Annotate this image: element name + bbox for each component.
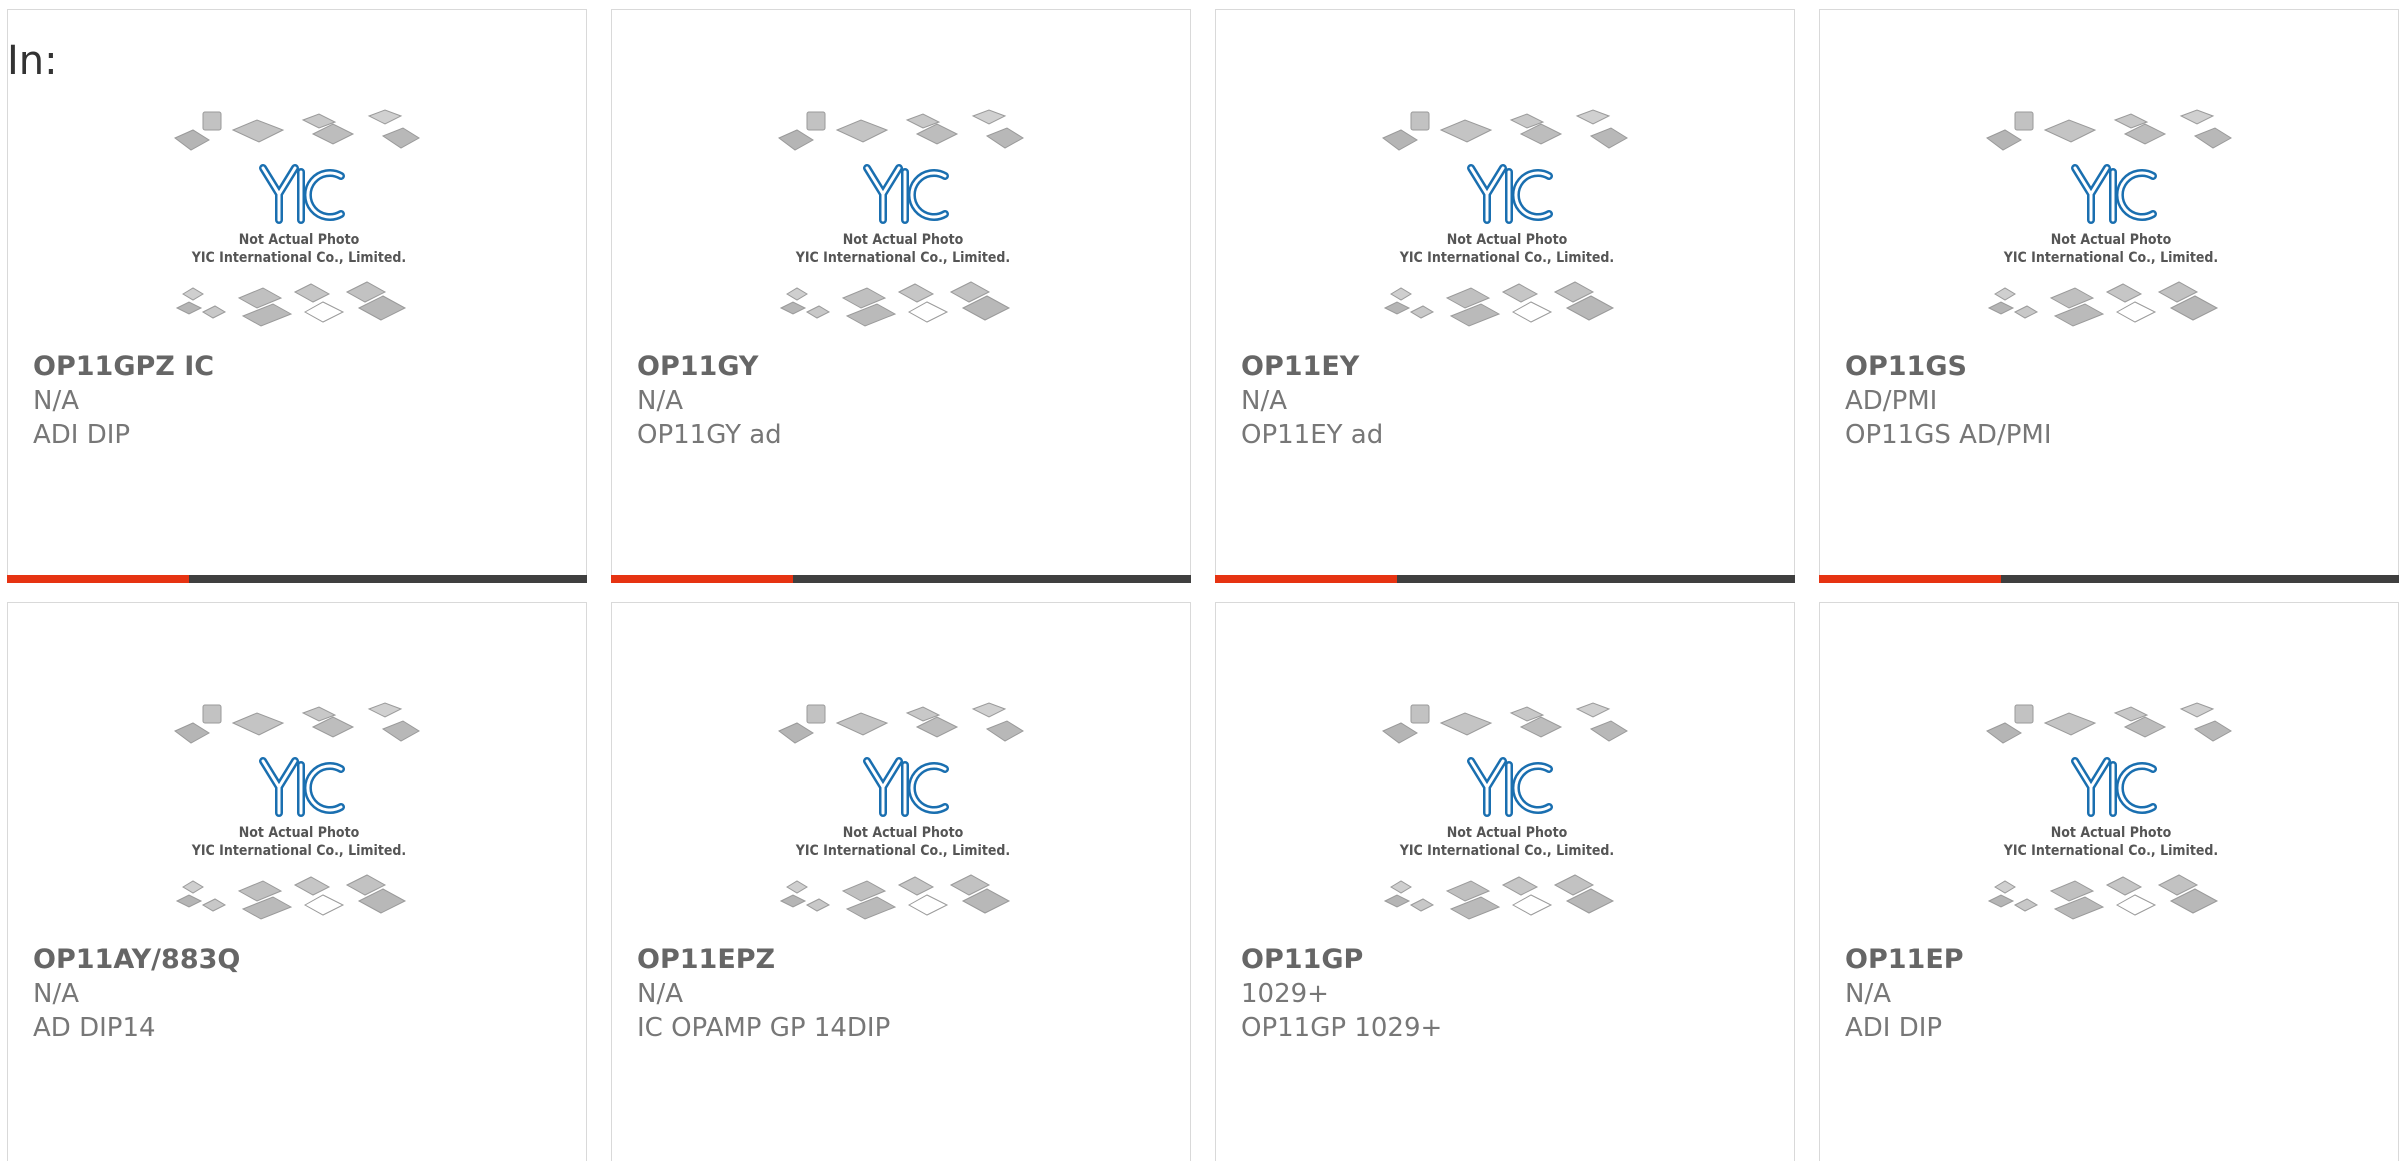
- product-photo-placeholder[interactable]: Not Actual Photo YIC International Co., …: [163, 102, 435, 352]
- description: OP11GS AD/PMI: [1845, 420, 2052, 450]
- part-number[interactable]: OP11EPZ: [637, 943, 890, 977]
- in-label: In:: [7, 38, 58, 84]
- manufacturer: AD/PMI: [1845, 386, 1938, 416]
- description: ADI DIP: [33, 420, 131, 450]
- caption-line2: YIC International Co., Limited.: [191, 843, 406, 859]
- description: OP11EY ad: [1241, 420, 1384, 450]
- manufacturer: N/A: [1241, 386, 1287, 416]
- manufacturer: N/A: [33, 979, 79, 1009]
- product-grid: Not Actual Photo YIC International Co., …: [7, 9, 2400, 1161]
- product-info: OP11AY/883Q N/A AD DIP14: [33, 943, 240, 1045]
- part-number[interactable]: OP11GS: [1845, 350, 2052, 384]
- chip-placeholder-image: Not Actual Photo YIC International Co., …: [1382, 109, 1628, 327]
- card-bottom-bar: [611, 575, 1191, 583]
- caption-line2: YIC International Co., Limited.: [1399, 250, 1614, 266]
- card-accent-bar: [611, 575, 793, 583]
- caption-line2: YIC International Co., Limited.: [2003, 250, 2218, 266]
- part-number[interactable]: OP11GY: [637, 350, 782, 384]
- chip-placeholder-image: Not Actual Photo YIC International Co., …: [174, 109, 420, 327]
- description: OP11GY ad: [637, 420, 782, 450]
- product-card[interactable]: Not Actual Photo YIC International Co., …: [7, 9, 587, 583]
- chip-placeholder-image: Not Actual Photo YIC International Co., …: [1382, 702, 1628, 920]
- caption-line2: YIC International Co., Limited.: [795, 250, 1010, 266]
- chip-placeholder-image: Not Actual Photo YIC International Co., …: [778, 109, 1024, 327]
- caption-line1: Not Actual Photo: [843, 825, 964, 841]
- card-accent-bar: [1819, 575, 2001, 583]
- manufacturer: N/A: [637, 386, 683, 416]
- yic-logo: [1467, 757, 1553, 817]
- product-photo-placeholder[interactable]: Not Actual Photo YIC International Co., …: [163, 695, 435, 945]
- product-info: OP11EY N/A OP11EY ad: [1241, 350, 1383, 452]
- product-card[interactable]: Not Actual Photo YIC International Co., …: [7, 602, 587, 1161]
- product-card[interactable]: Not Actual Photo YIC International Co., …: [1215, 9, 1795, 583]
- product-grid-page: In: Not Actual Photo YIC International C…: [0, 0, 2400, 1161]
- description: IC OPAMP GP 14DIP: [637, 1013, 891, 1043]
- product-info: OP11GY N/A OP11GY ad: [637, 350, 782, 452]
- product-card[interactable]: Not Actual Photo YIC International Co., …: [611, 602, 1191, 1161]
- yic-logo: [863, 164, 949, 224]
- chip-placeholder-image: Not Actual Photo YIC International Co., …: [174, 702, 420, 920]
- caption-line1: Not Actual Photo: [2051, 232, 2172, 248]
- product-info: OP11EPZ N/A IC OPAMP GP 14DIP: [637, 943, 890, 1045]
- description: ADI DIP: [1845, 1013, 1943, 1043]
- part-number[interactable]: OP11EY: [1241, 350, 1383, 384]
- manufacturer: N/A: [33, 386, 79, 416]
- caption-line1: Not Actual Photo: [239, 232, 360, 248]
- manufacturer: 1029+: [1241, 979, 1329, 1009]
- caption-line2: YIC International Co., Limited.: [191, 250, 406, 266]
- manufacturer: N/A: [1845, 979, 1891, 1009]
- card-accent-bar: [7, 575, 189, 583]
- yic-logo: [259, 164, 345, 224]
- description: OP11GP 1029+: [1241, 1013, 1443, 1043]
- chip-placeholder-image: Not Actual Photo YIC International Co., …: [1986, 702, 2232, 920]
- part-number[interactable]: OP11AY/883Q: [33, 943, 240, 977]
- caption-line1: Not Actual Photo: [843, 232, 964, 248]
- product-info: OP11EP N/A ADI DIP: [1845, 943, 1964, 1045]
- yic-logo: [2071, 164, 2157, 224]
- chip-placeholder-image: Not Actual Photo YIC International Co., …: [1986, 109, 2232, 327]
- product-card[interactable]: Not Actual Photo YIC International Co., …: [1215, 602, 1795, 1161]
- part-number[interactable]: OP11GP: [1241, 943, 1442, 977]
- yic-logo: [259, 757, 345, 817]
- yic-logo: [863, 757, 949, 817]
- product-photo-placeholder[interactable]: Not Actual Photo YIC International Co., …: [767, 695, 1039, 945]
- caption-line1: Not Actual Photo: [239, 825, 360, 841]
- manufacturer: N/A: [637, 979, 683, 1009]
- product-info: OP11GPZ IC N/A ADI DIP: [33, 350, 214, 452]
- caption-line2: YIC International Co., Limited.: [2003, 843, 2218, 859]
- caption-line2: YIC International Co., Limited.: [1399, 843, 1614, 859]
- product-photo-placeholder[interactable]: Not Actual Photo YIC International Co., …: [767, 102, 1039, 352]
- part-number[interactable]: OP11GPZ IC: [33, 350, 214, 384]
- card-bottom-bar: [1819, 575, 2399, 583]
- caption-line2: YIC International Co., Limited.: [795, 843, 1010, 859]
- part-number[interactable]: OP11EP: [1845, 943, 1964, 977]
- product-card[interactable]: Not Actual Photo YIC International Co., …: [1819, 9, 2399, 583]
- description: AD DIP14: [33, 1013, 156, 1043]
- chip-placeholder-image: Not Actual Photo YIC International Co., …: [778, 702, 1024, 920]
- card-bottom-bar: [1215, 575, 1795, 583]
- product-card[interactable]: Not Actual Photo YIC International Co., …: [1819, 602, 2399, 1161]
- caption-line1: Not Actual Photo: [2051, 825, 2172, 841]
- yic-logo: [2071, 757, 2157, 817]
- product-info: OP11GP 1029+ OP11GP 1029+: [1241, 943, 1442, 1045]
- caption-line1: Not Actual Photo: [1447, 825, 1568, 841]
- card-accent-bar: [1215, 575, 1397, 583]
- product-photo-placeholder[interactable]: Not Actual Photo YIC International Co., …: [1371, 695, 1643, 945]
- card-bottom-bar: [7, 575, 587, 583]
- product-card[interactable]: Not Actual Photo YIC International Co., …: [611, 9, 1191, 583]
- caption-line1: Not Actual Photo: [1447, 232, 1568, 248]
- product-photo-placeholder[interactable]: Not Actual Photo YIC International Co., …: [1975, 102, 2247, 352]
- product-photo-placeholder[interactable]: Not Actual Photo YIC International Co., …: [1975, 695, 2247, 945]
- product-info: OP11GS AD/PMI OP11GS AD/PMI: [1845, 350, 2052, 452]
- product-photo-placeholder[interactable]: Not Actual Photo YIC International Co., …: [1371, 102, 1643, 352]
- yic-logo: [1467, 164, 1553, 224]
